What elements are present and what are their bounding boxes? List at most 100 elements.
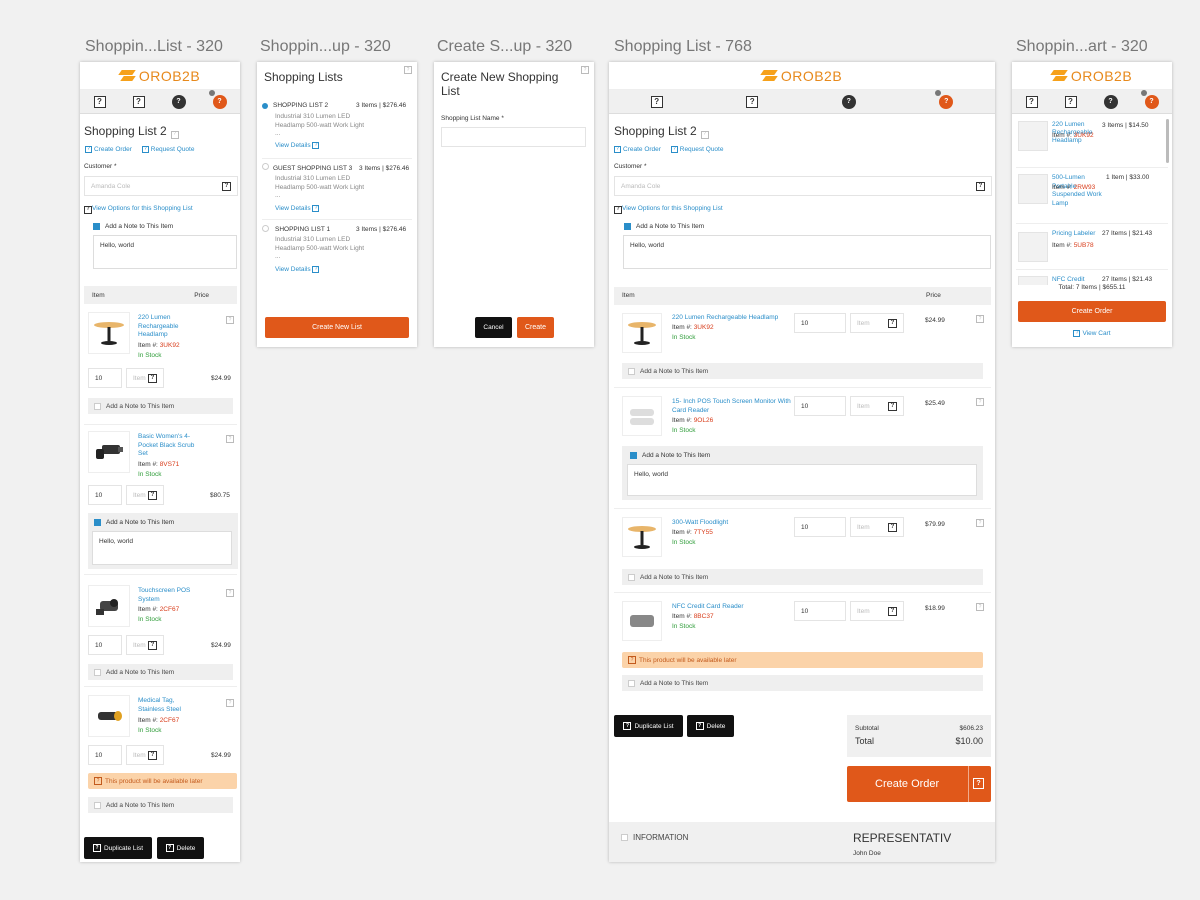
quantity-input[interactable]: 10 [88, 368, 122, 388]
logo[interactable]: OROB2B [1012, 62, 1172, 90]
cart-item[interactable]: NFC Credit 27 Items | $21.43 [1016, 269, 1168, 285]
shopping-list-icon[interactable]: ? [939, 94, 954, 109]
account-icon[interactable]: ? [1103, 94, 1118, 109]
customer-input[interactable]: Amanda Cole? [84, 176, 238, 196]
product-image[interactable] [88, 431, 130, 473]
quantity-input[interactable]: 10 [88, 485, 122, 505]
remove-item-icon[interactable]: ? [976, 398, 984, 406]
edit-icon[interactable]: ? [700, 130, 709, 139]
list-item[interactable]: GUEST SHOPPING LIST 3 3 Items | $276.46 … [262, 158, 412, 218]
product-image[interactable] [88, 695, 130, 737]
product-name-link[interactable]: Basic Women's 4-Pocket Black Scrub Set [138, 433, 198, 459]
unit-select[interactable]: Item? [126, 635, 164, 655]
product-name-link[interactable]: 300-Watt Floodlight [672, 519, 728, 526]
duplicate-list-button[interactable]: ? Duplicate List [84, 837, 152, 859]
list-item[interactable]: SHOPPING LIST 2 3 Items | $276.46 Indust… [262, 100, 412, 158]
create-button[interactable]: Create [517, 317, 554, 338]
nav-icon[interactable]: ? [650, 95, 663, 108]
product-image[interactable] [622, 601, 662, 641]
quantity-input[interactable]: 10 [794, 517, 846, 537]
list-note-textarea[interactable]: Hello, world [623, 235, 991, 269]
account-icon[interactable]: ? [171, 94, 186, 109]
edit-icon[interactable]: ? [170, 130, 179, 139]
nav-icon[interactable]: ? [132, 95, 145, 108]
cancel-button[interactable]: Cancel [475, 317, 512, 338]
product-image[interactable] [622, 313, 662, 353]
product-name-link[interactable]: Medical Tag, Stainless Steel [138, 697, 198, 714]
cart-icon[interactable]: ? [1144, 94, 1159, 109]
add-note-checkbox[interactable]: Add a Note to This Item [622, 363, 983, 379]
remove-item-icon[interactable]: ? [226, 589, 234, 597]
customer-input[interactable]: Amanda Cole? [614, 176, 992, 196]
add-note-checkbox[interactable]: Add a Note to This Item [88, 398, 233, 414]
remove-item-icon[interactable]: ? [976, 315, 984, 323]
remove-item-icon[interactable]: ? [976, 519, 984, 527]
close-icon[interactable]: ? [404, 66, 412, 74]
quantity-input[interactable]: 10 [794, 396, 846, 416]
cart-item[interactable]: 220 Lumen Rechargeable Headlamp 3 Items … [1016, 119, 1168, 167]
cart-item[interactable]: Pricing Labeler 27 Items | $21.43 Item #… [1016, 223, 1168, 269]
unit-select[interactable]: Item? [850, 517, 904, 537]
product-name-link[interactable]: 15- Inch POS Touch Screen Monitor With C… [672, 397, 792, 415]
request-quote-link[interactable]: ? Request Quote [670, 146, 723, 153]
product-name-link[interactable]: NFC Credit Card Reader [672, 603, 744, 610]
product-image[interactable] [622, 517, 662, 557]
product-name-link[interactable]: 220 Lumen Rechargeable Headlamp [138, 314, 198, 340]
quantity-input[interactable]: 10 [88, 635, 122, 655]
add-note-checkbox[interactable]: Add a Note to This Item [93, 223, 173, 230]
quantity-input[interactable]: 10 [88, 745, 122, 765]
logo[interactable]: OROB2B [609, 62, 995, 90]
remove-item-icon[interactable]: ? [226, 316, 234, 324]
product-image[interactable] [88, 312, 130, 354]
delete-button[interactable]: ? Delete [157, 837, 204, 859]
nav-icon[interactable]: ? [746, 95, 759, 108]
product-image[interactable] [88, 585, 130, 627]
create-order-button[interactable]: Create Order [1018, 301, 1166, 322]
duplicate-list-button[interactable]: ? Duplicate List [614, 715, 683, 737]
create-order-link[interactable]: ? Create Order [614, 146, 661, 153]
remove-item-icon[interactable]: ? [976, 603, 984, 611]
create-order-link[interactable]: ? Create Order [85, 146, 132, 153]
nav-icon[interactable]: ? [93, 95, 106, 108]
view-options-link[interactable]: ? View Options for this Shopping List [614, 205, 723, 214]
account-icon[interactable]: ? [841, 94, 856, 109]
view-cart-link[interactable]: ? View Cart [1012, 330, 1172, 337]
list-item[interactable]: SHOPPING LIST 1 3 Items | $276.46 Indust… [262, 219, 412, 279]
product-name-link[interactable]: 220 Lumen Rechargeable Headlamp [672, 314, 778, 321]
close-icon[interactable]: ? [581, 66, 589, 74]
shopping-list-icon[interactable]: ? [212, 94, 227, 109]
nav-icon[interactable]: ? [1025, 95, 1038, 108]
customer-lookup-icon[interactable]: ? [976, 181, 985, 191]
remove-item-icon[interactable]: ? [226, 435, 234, 443]
item-note-textarea[interactable]: Hello, world [92, 531, 232, 565]
product-name-link[interactable]: Touchscreen POS System [138, 587, 198, 604]
view-details-link[interactable]: View Details ? [275, 205, 321, 212]
unit-select[interactable]: Item? [850, 601, 904, 621]
delete-button[interactable]: ? Delete [687, 715, 734, 737]
remove-item-icon[interactable]: ? [226, 699, 234, 707]
add-note-checkbox[interactable]: Add a Note to This Item [622, 675, 983, 691]
quantity-input[interactable]: 10 [794, 313, 846, 333]
cart-item[interactable]: 500-Lumen Portable Suspended Work Lamp 1… [1016, 167, 1168, 223]
add-note-checkbox[interactable]: Add a Note to This Item [88, 664, 233, 680]
add-note-checkbox[interactable]: Add a Note to This Item [88, 797, 233, 813]
unit-select[interactable]: Item? [850, 396, 904, 416]
view-details-link[interactable]: View Details ? [275, 142, 321, 149]
product-image[interactable] [622, 396, 662, 436]
customer-lookup-icon[interactable]: ? [222, 181, 231, 191]
unit-select[interactable]: Item? [126, 368, 164, 388]
add-note-checkbox[interactable]: Add a Note to This Item [94, 519, 174, 526]
scrollbar[interactable] [1166, 119, 1169, 163]
unit-select[interactable]: Item? [126, 485, 164, 505]
list-note-textarea[interactable]: Hello, world [93, 235, 237, 269]
list-name-input[interactable] [441, 127, 586, 147]
item-note-textarea[interactable]: Hello, world [627, 464, 977, 496]
view-options-link[interactable]: ? View Options for this Shopping List [84, 205, 193, 214]
quantity-input[interactable]: 10 [794, 601, 846, 621]
add-note-checkbox[interactable]: Add a Note to This Item [630, 452, 710, 459]
create-order-button[interactable]: Create Order ? [847, 766, 991, 802]
view-details-link[interactable]: View Details ? [275, 266, 321, 273]
nav-icon[interactable]: ? [1064, 95, 1077, 108]
add-note-checkbox[interactable]: Add a Note to This Item [622, 569, 983, 585]
request-quote-link[interactable]: ? Request Quote [141, 146, 194, 153]
